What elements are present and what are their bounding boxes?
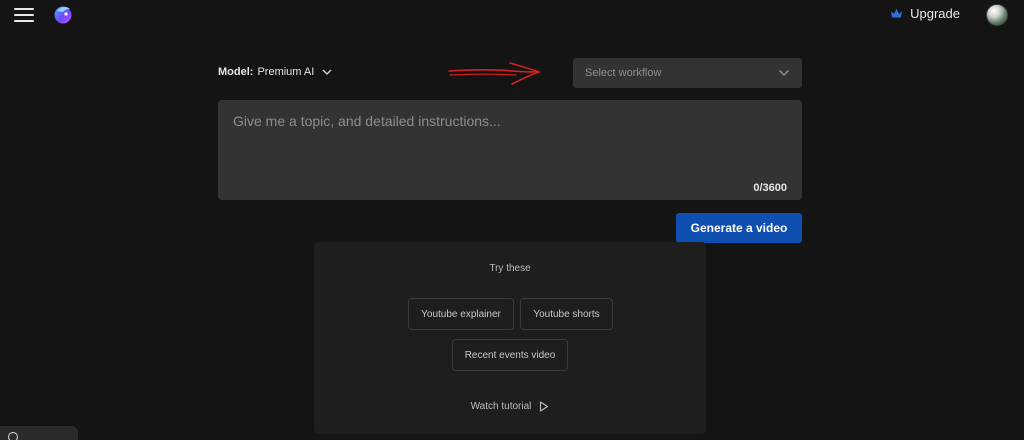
chevron-down-icon bbox=[779, 70, 789, 76]
brand-logo-icon[interactable] bbox=[52, 3, 74, 25]
hamburger-menu-icon[interactable] bbox=[12, 4, 36, 26]
model-label: Model: bbox=[218, 66, 254, 78]
upgrade-label: Upgrade bbox=[910, 6, 960, 21]
suggestion-chip-youtube-explainer[interactable]: Youtube explainer bbox=[408, 298, 514, 330]
character-counter: 0/3600 bbox=[753, 182, 787, 194]
app-page: Upgrade Model: Premium AI Select workflo… bbox=[0, 0, 1024, 440]
play-icon bbox=[540, 401, 549, 412]
user-avatar[interactable] bbox=[986, 4, 1008, 26]
chevron-down-icon bbox=[322, 69, 332, 75]
suggestions-title: Try these bbox=[489, 263, 531, 274]
suggestions-panel: Try these Youtube explainer Youtube shor… bbox=[314, 242, 706, 434]
watch-tutorial-link[interactable]: Watch tutorial bbox=[314, 401, 706, 412]
upgrade-button[interactable]: Upgrade bbox=[890, 6, 960, 21]
prompt-input[interactable] bbox=[218, 100, 802, 200]
prompt-container: 0/3600 bbox=[218, 100, 802, 200]
annotation-arrow-icon bbox=[448, 62, 542, 85]
model-value: Premium AI bbox=[257, 66, 315, 78]
suggestion-chip-youtube-shorts[interactable]: Youtube shorts bbox=[520, 298, 613, 330]
crown-icon bbox=[891, 9, 903, 18]
history-chip[interactable] bbox=[0, 426, 78, 440]
workflow-placeholder: Select workflow bbox=[585, 67, 662, 79]
generate-video-button[interactable]: Generate a video bbox=[676, 213, 802, 243]
model-selector[interactable]: Model: Premium AI bbox=[218, 66, 333, 78]
clock-icon bbox=[8, 432, 18, 440]
workflow-select[interactable]: Select workflow bbox=[573, 58, 802, 88]
suggestion-chip-recent-events[interactable]: Recent events video bbox=[452, 339, 568, 371]
watch-tutorial-label: Watch tutorial bbox=[470, 401, 532, 412]
